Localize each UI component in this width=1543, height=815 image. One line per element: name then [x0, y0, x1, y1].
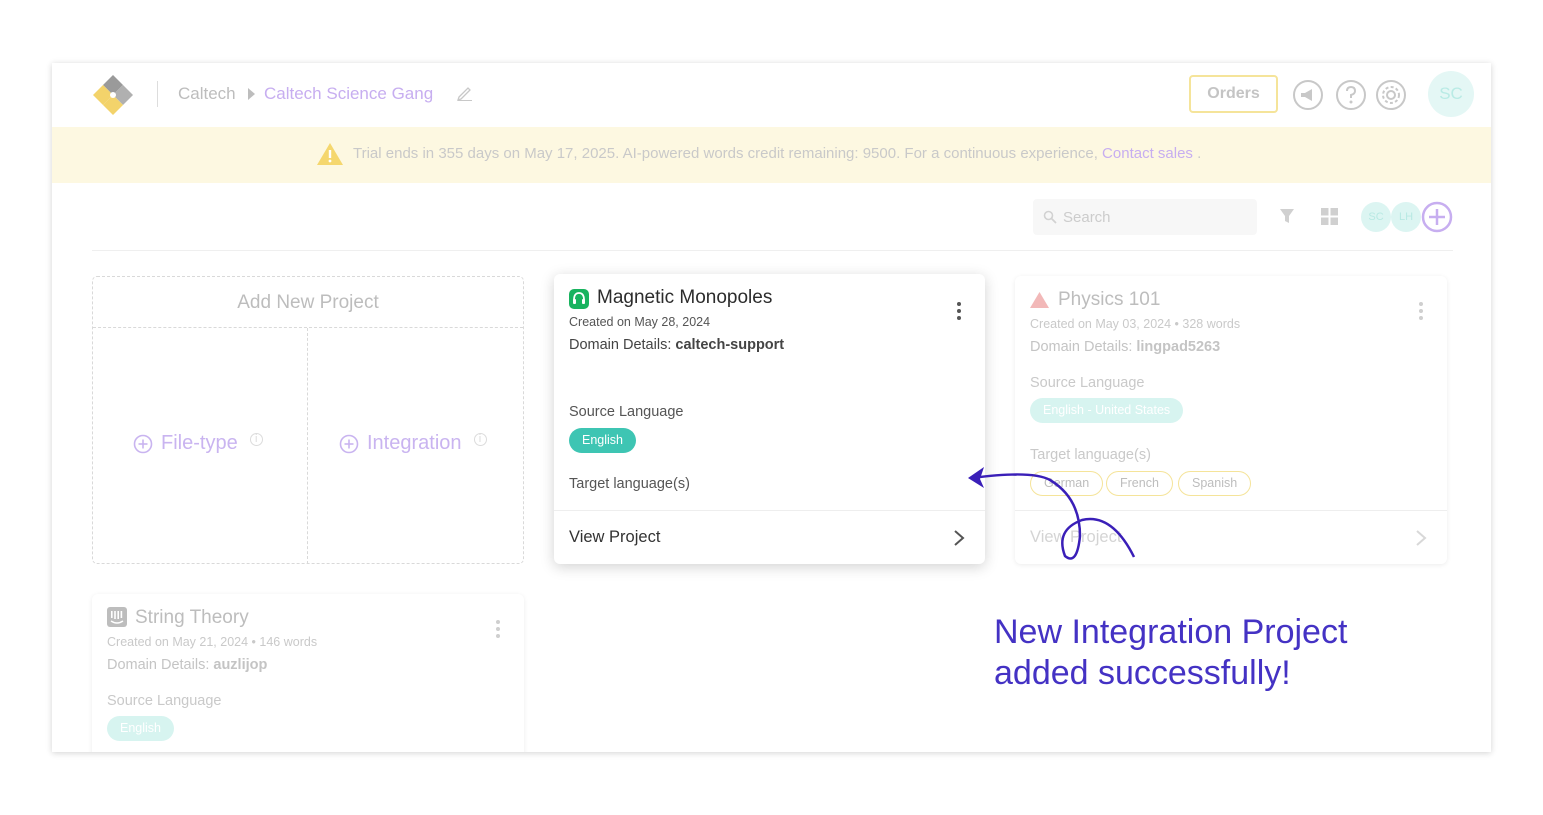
contact-sales-link[interactable]: Contact sales: [1102, 145, 1193, 162]
add-member-icon[interactable]: [1421, 201, 1453, 233]
plus-circle-icon: [339, 434, 359, 453]
success-callout: New Integration Project added successful…: [994, 612, 1347, 694]
source-language-chip: English - United States: [1030, 398, 1184, 423]
created-date: Created on May 28, 2024: [569, 315, 711, 329]
project-title[interactable]: Magnetic Monopoles: [597, 287, 772, 309]
domain-label: Domain Details:: [569, 337, 672, 353]
word-count: 146 words: [259, 635, 318, 649]
more-options-icon[interactable]: [1418, 302, 1424, 322]
source-language-label: Source Language: [569, 404, 684, 420]
banner-suffix: .: [1197, 145, 1202, 162]
integration-app-icon: [107, 607, 127, 627]
domain-value: lingpad5263: [1136, 339, 1221, 355]
breadcrumb-org[interactable]: Caltech: [178, 84, 236, 104]
filter-icon[interactable]: [1279, 208, 1295, 224]
target-language-chip: Spanish: [1178, 471, 1252, 496]
warning-icon: [317, 143, 343, 165]
banner-text: Trial ends in 355 days on May 17, 2025. …: [353, 145, 1098, 162]
add-integration-option[interactable]: Integration i: [339, 432, 487, 455]
domain-value: auzlijop: [213, 657, 268, 673]
created-date: Created on May 03, 2024: [1030, 317, 1172, 331]
source-language-chip: English: [107, 716, 174, 741]
domain-label: Domain Details:: [107, 657, 210, 673]
project-meta: Created on May 21, 2024 • 146 words: [107, 635, 318, 649]
more-options-icon[interactable]: [495, 620, 501, 640]
domain-details: Domain Details: lingpad5263: [1030, 339, 1220, 355]
chevron-right-icon: [1416, 530, 1427, 546]
grid-view-icon[interactable]: [1321, 208, 1338, 225]
file-type-label: File-type: [161, 432, 238, 454]
add-new-project-panel: Add New Project File-type i Integration …: [92, 276, 524, 564]
search-box: [1033, 199, 1257, 235]
member-avatar[interactable]: LH: [1391, 202, 1421, 232]
project-type-icon: [1030, 292, 1049, 308]
user-avatar[interactable]: SC: [1428, 71, 1474, 117]
domain-label: Domain Details:: [1030, 339, 1133, 355]
add-project-divider: [307, 328, 308, 564]
project-title[interactable]: String Theory: [135, 607, 249, 629]
project-card-string-theory[interactable]: String Theory Created on May 21, 2024 • …: [92, 594, 524, 752]
source-language-chip: English: [569, 428, 636, 453]
orders-button[interactable]: Orders: [1189, 75, 1278, 113]
trial-banner: Trial ends in 355 days on May 17, 2025. …: [52, 127, 1491, 183]
view-project-label: View Project: [569, 528, 661, 546]
word-count: 328 words: [1182, 317, 1241, 331]
app-logo[interactable]: [90, 73, 136, 117]
search-input[interactable]: [1063, 199, 1253, 235]
edit-pencil-icon[interactable]: [456, 83, 474, 101]
help-icon[interactable]: [1335, 79, 1367, 111]
announcement-icon[interactable]: [1292, 79, 1324, 111]
info-icon[interactable]: i: [473, 433, 487, 446]
view-project-link[interactable]: View Project: [554, 510, 985, 564]
top-header: Caltech Caltech Science Gang Orders SC: [52, 63, 1491, 127]
project-title[interactable]: Physics 101: [1058, 289, 1160, 311]
header-divider: [157, 81, 158, 107]
support-app-icon: [569, 289, 589, 309]
domain-details: Domain Details: caltech-support: [569, 337, 784, 353]
plus-circle-icon: [133, 434, 153, 453]
domain-value: caltech-support: [675, 337, 785, 353]
source-language-label: Source Language: [1030, 375, 1145, 391]
callout-line-1: New Integration Project: [994, 613, 1348, 651]
more-options-icon[interactable]: [956, 302, 962, 322]
search-icon: [1043, 210, 1057, 224]
source-language-label: Source Language: [107, 693, 222, 709]
settings-icon[interactable]: [1375, 79, 1407, 111]
project-card-magnetic-monopoles[interactable]: Magnetic Monopoles Created on May 28, 20…: [554, 274, 985, 564]
banner-message: Trial ends in 355 days on May 17, 2025. …: [353, 145, 1201, 162]
info-icon[interactable]: i: [249, 433, 263, 446]
add-file-type-option[interactable]: File-type i: [133, 432, 263, 455]
member-avatar[interactable]: SC: [1361, 202, 1391, 232]
created-date: Created on May 21, 2024: [107, 635, 249, 649]
project-meta: Created on May 03, 2024 • 328 words: [1030, 317, 1241, 331]
callout-arrow-icon: [968, 467, 1136, 560]
domain-details: Domain Details: auzlijop: [107, 657, 267, 673]
target-language-label: Target language(s): [569, 476, 690, 492]
toolbar-divider: [92, 250, 1453, 251]
breadcrumb-team[interactable]: Caltech Science Gang: [264, 84, 433, 104]
integration-label: Integration: [367, 432, 462, 454]
breadcrumb-arrow-icon: [248, 88, 255, 100]
callout-line-2: added successfully!: [994, 654, 1291, 692]
app-window: Caltech Caltech Science Gang Orders SC T…: [52, 63, 1491, 752]
add-project-title: Add New Project: [93, 277, 523, 328]
